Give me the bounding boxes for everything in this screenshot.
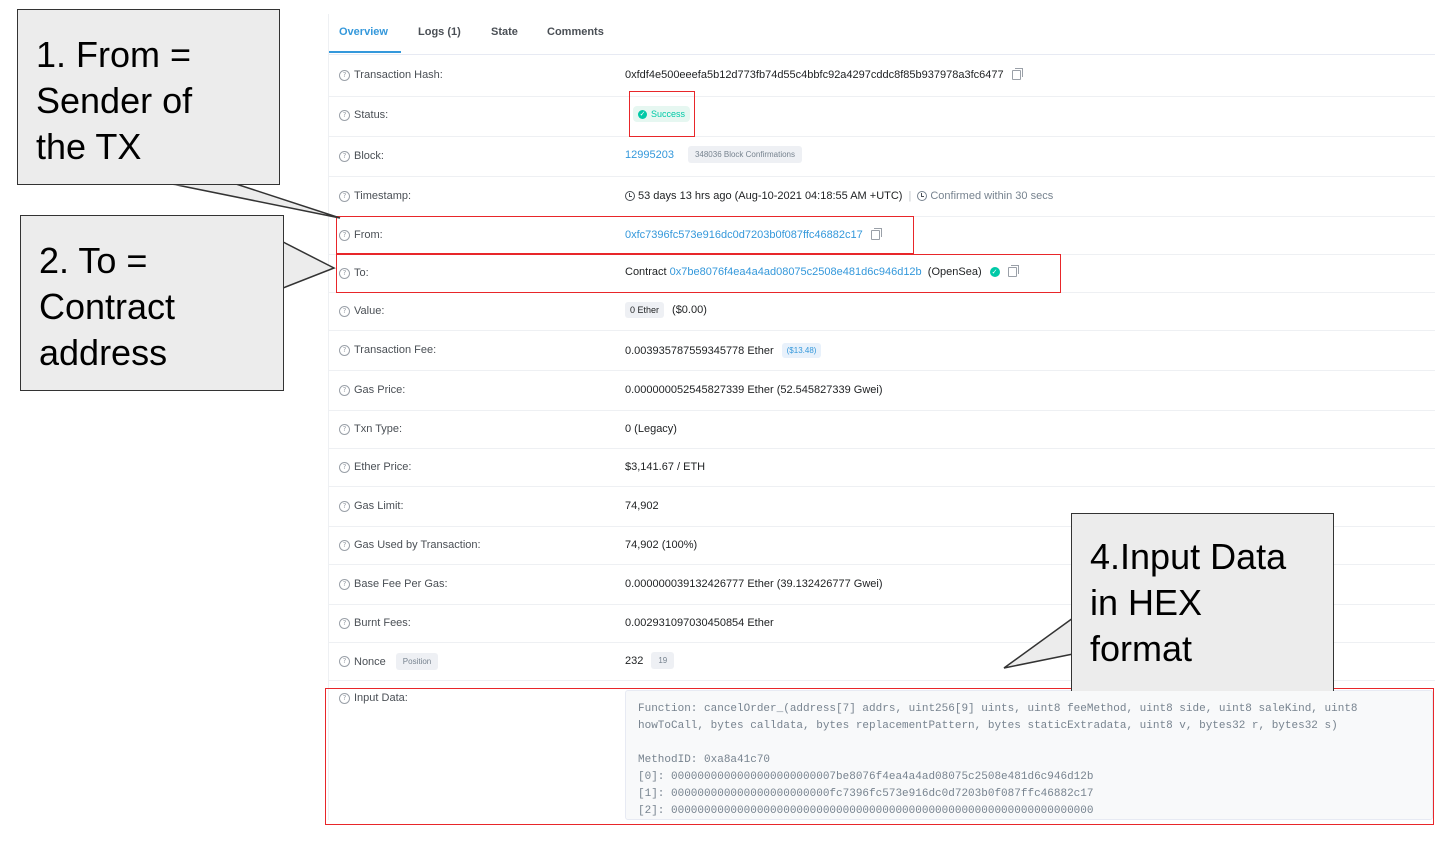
callout-input-data: 4.Input Data in HEX format xyxy=(1071,513,1334,691)
callout-from: 1. From = Sender of the TX xyxy=(17,9,280,185)
from-callout-tail xyxy=(171,183,341,219)
callout-to: 2. To = Contract address xyxy=(20,215,284,391)
input-callout-tail xyxy=(1003,616,1074,669)
to-callout-tail xyxy=(282,240,336,290)
